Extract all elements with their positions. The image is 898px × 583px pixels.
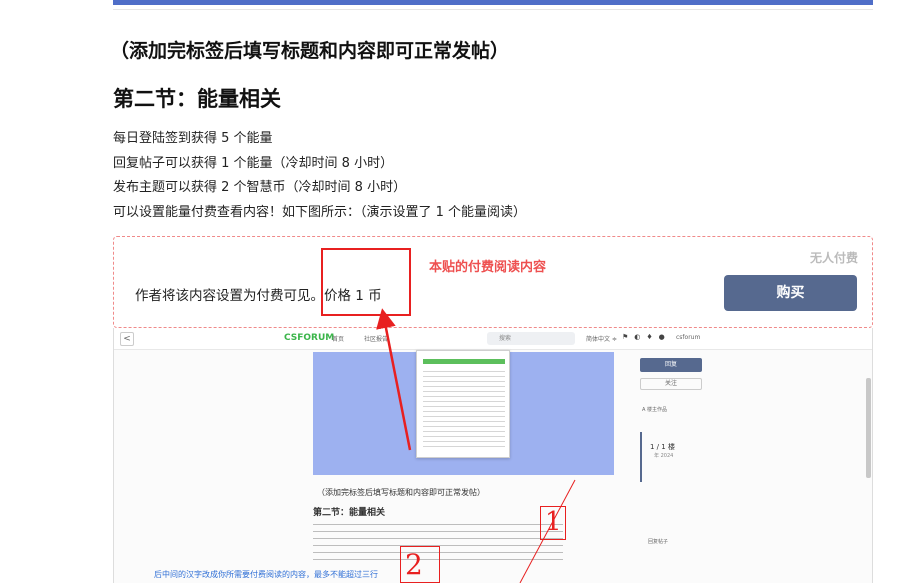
screenshot-user: csforum [676, 334, 701, 341]
divider [113, 9, 873, 10]
article-body: 每日登陆签到获得 5 个能量 回复帖子可以获得 1 个能量（冷却时间 8 小时）… [113, 127, 526, 225]
screenshot-toolbar-icons: ⚑◐♦● [622, 333, 671, 341]
screenshot-instruction: 后中间的汉字改成你所需要付费阅读的内容，最多不能超过三行 [154, 570, 378, 579]
screenshot-language: 简体中文 ≑ [586, 336, 617, 343]
handwritten-number-2: 2 [405, 548, 423, 581]
nested-bar [423, 359, 505, 364]
screenshot-logo: CSFORUM [284, 333, 335, 343]
nested-lines [423, 371, 505, 451]
back-icon: < [120, 332, 134, 346]
section-heading: 第二节：能量相关 [113, 87, 281, 111]
body-line: 回复帖子可以获得 1 个能量（冷却时间 8 小时） [113, 155, 394, 171]
screenshot-ticker-link: 社区报告 [364, 336, 389, 343]
annotation-box [321, 248, 411, 316]
screenshot-home-link: 首页 [332, 336, 345, 343]
no-payer-label: 无人付费 [809, 251, 858, 265]
screenshot-search: 搜索 [487, 332, 575, 345]
screenshot-date-card: 1 / 1 楼 年 2024 [640, 432, 696, 482]
note-heading: （添加完标签后填写标题和内容即可正常发帖） [110, 40, 510, 62]
screenshot-date: 1 / 1 楼 [650, 443, 675, 451]
screenshot-section: 第二节：能量相关 [313, 508, 386, 518]
header-bar [113, 0, 873, 5]
screenshot-navbar: < CSFORUM 首页 社区报告 搜索 简体中文 ≑ ⚑◐♦● csforum [114, 328, 872, 350]
screenshot-owner: A 楼主作品 [642, 407, 668, 413]
embedded-screenshot: < CSFORUM 首页 社区报告 搜索 简体中文 ≑ ⚑◐♦● csforum… [113, 328, 873, 583]
handwritten-number-1: 1 [545, 507, 562, 537]
body-line: 发布主题可以获得 2 个智慧币（冷却时间 8 小时） [113, 180, 407, 195]
screenshot-nested-image [416, 350, 510, 458]
screenshot-follow-button: 关注 [640, 378, 702, 390]
body-line: 每日登陆签到获得 5 个能量 [113, 131, 273, 146]
screenshot-scrollbar [866, 378, 871, 478]
screenshot-year: 年 2024 [654, 453, 674, 459]
screenshot-reply-button: 回复 [640, 358, 702, 372]
annotation-label: 本贴的付费阅读内容 [429, 260, 547, 275]
body-line: 可以设置能量付费查看内容！如下图所示：（演示设置了 1 个能量阅读） [113, 204, 527, 220]
buy-button[interactable]: 购买 [724, 275, 857, 311]
paid-content-box: 作者将该内容设置为付费可见。价格 1 币 无人付费 购买 [113, 236, 873, 328]
screenshot-note: （添加完标签后填写标题和内容即可正常发帖） [317, 488, 485, 497]
screenshot-reply-link: 回复帖子 [648, 539, 669, 545]
